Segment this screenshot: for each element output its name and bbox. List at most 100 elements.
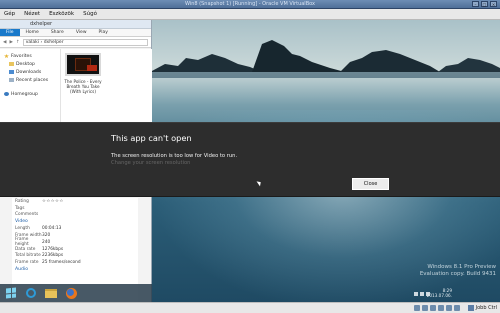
vbox-title-bar: Win8 (Snapshot 1) [Running] - Oracle VM … xyxy=(0,0,500,9)
shared-folder-icon[interactable] xyxy=(446,305,452,311)
usb-icon[interactable] xyxy=(430,305,436,311)
dialog-message: The screen resolution is too low for Vid… xyxy=(111,153,238,159)
detail-key: Length xyxy=(15,226,30,232)
taskbar-internet-explorer[interactable] xyxy=(24,286,38,300)
menu-machine[interactable]: Gép xyxy=(4,11,15,17)
nav-favorites[interactable]: Favorites xyxy=(0,52,60,60)
menu-devices[interactable]: Eszközök xyxy=(49,11,74,17)
firefox-icon xyxy=(65,287,77,299)
nav-favorites-label: Favorites xyxy=(11,53,32,59)
detail-value: 240 xyxy=(42,239,51,245)
guest-desktop: dxhelper File Home Share View Play ◀ ▶ ↑… xyxy=(0,20,500,302)
nav-recent-places-label: Recent places xyxy=(16,77,49,83)
tab-view[interactable]: View xyxy=(70,29,93,36)
nav-recent-places[interactable]: Recent places xyxy=(0,76,60,84)
star-icon xyxy=(4,54,9,58)
rating-stars[interactable]: ☆☆☆☆☆ xyxy=(42,199,64,204)
detail-row: Length 00:04:13 xyxy=(12,225,138,232)
detail-rating: Rating ☆☆☆☆☆ xyxy=(12,198,138,205)
nav-homegroup-label: Homegroup xyxy=(11,91,38,97)
vbox-window-title: Win8 (Snapshot 1) [Running] - Oracle VM … xyxy=(185,1,315,7)
host-key-label: Jobb Ctrl xyxy=(475,305,497,311)
network-icon[interactable] xyxy=(414,292,418,296)
tab-play[interactable]: Play xyxy=(93,29,114,36)
close-icon[interactable]: × xyxy=(490,1,497,7)
detail-key: Comments xyxy=(15,212,39,218)
detail-key: Rating xyxy=(15,198,29,204)
minimize-icon[interactable]: – xyxy=(472,1,479,7)
start-button[interactable] xyxy=(4,286,18,300)
detail-value: 1276kbps xyxy=(42,246,64,252)
detail-row: Frame height 240 xyxy=(12,237,138,247)
tab-home[interactable]: Home xyxy=(20,29,45,36)
vbox-device-icons xyxy=(414,305,460,311)
mouse-integration-icon[interactable] xyxy=(454,305,460,311)
menu-help[interactable]: Súgó xyxy=(83,11,97,17)
volume-icon[interactable] xyxy=(420,292,424,296)
evaluation-watermark: Windows 8.1 Pro Preview Evaluation copy.… xyxy=(420,264,496,278)
hdd-icon[interactable] xyxy=(414,305,420,311)
nav-desktop-label: Desktop xyxy=(16,61,35,67)
folder-icon xyxy=(45,288,57,298)
vbox-menu-bar: Gép Nézet Eszközök Súgó xyxy=(0,9,500,20)
maximize-icon[interactable]: □ xyxy=(481,1,488,7)
nav-downloads-label: Downloads xyxy=(16,69,42,75)
watermark-line1: Windows 8.1 Pro Preview xyxy=(427,264,496,270)
nav-homegroup[interactable]: Homegroup xyxy=(0,90,60,98)
detail-row: Total bitrate 2236kbps xyxy=(12,253,138,260)
optical-drive-icon[interactable] xyxy=(422,305,428,311)
windows-logo-icon xyxy=(6,287,16,299)
explorer-ribbon: File Home Share View Play xyxy=(0,29,151,37)
keyboard-icon xyxy=(467,305,474,311)
mouse-cursor-icon xyxy=(256,179,263,187)
breadcrumb-dxhelper[interactable]: dxhelper xyxy=(44,40,64,45)
explorer-address-row: ◀ ▶ ↑ valaki › dxhelper xyxy=(0,37,151,48)
forward-icon[interactable]: ▶ xyxy=(9,40,12,45)
nav-desktop[interactable]: Desktop xyxy=(0,60,60,68)
tab-file[interactable]: File xyxy=(0,29,20,36)
tab-share[interactable]: Share xyxy=(45,29,70,36)
detail-row: Data rate 1276kbps xyxy=(12,246,138,253)
detail-value: 25 frames/second xyxy=(42,260,81,266)
vbox-window-controls: – □ × xyxy=(472,1,497,7)
detail-row: Frame rate 25 frames/second xyxy=(12,259,138,266)
detail-key: Total bitrate xyxy=(15,253,41,259)
recent-places-icon xyxy=(9,78,14,82)
taskbar-file-explorer[interactable] xyxy=(44,286,58,300)
close-button[interactable]: Close xyxy=(352,178,389,190)
taskbar-firefox[interactable] xyxy=(64,286,78,300)
audio-section-header: Audio xyxy=(15,267,29,273)
breadcrumb-valaki[interactable]: valaki xyxy=(26,40,39,45)
detail-key: Data rate xyxy=(15,246,36,252)
vbox-status-bar: Jobb Ctrl xyxy=(0,302,500,313)
address-bar[interactable]: valaki › dxhelper xyxy=(22,38,148,46)
host-key-indicator: Jobb Ctrl xyxy=(467,305,497,311)
system-clock[interactable]: 8:29 2013.07.06. xyxy=(427,288,452,298)
explorer-title: dxhelper xyxy=(30,21,53,27)
internet-explorer-icon xyxy=(26,288,36,298)
homegroup-icon xyxy=(4,92,9,96)
watermark-line2: Evaluation copy. Build 9431 xyxy=(419,271,496,277)
up-icon[interactable]: ↑ xyxy=(16,40,20,45)
guest-taskbar xyxy=(0,284,152,302)
downloads-icon xyxy=(9,70,14,74)
clock-date: 2013.07.06. xyxy=(426,293,452,298)
back-icon[interactable]: ◀ xyxy=(3,40,6,45)
desktop-folder-icon xyxy=(9,62,14,66)
detail-comments: Comments xyxy=(12,212,138,219)
nav-downloads[interactable]: Downloads xyxy=(0,68,60,76)
app-cant-open-dialog: This app can't open The screen resolutio… xyxy=(0,122,500,197)
change-resolution-link[interactable]: Change your screen resolution xyxy=(111,160,190,166)
detail-value: 00:04:13 xyxy=(42,226,62,232)
video-thumbnail xyxy=(65,53,101,76)
network-adapter-icon[interactable] xyxy=(438,305,444,311)
detail-value: 320 xyxy=(42,233,51,239)
detail-key: Tags xyxy=(15,205,25,211)
detail-tags: Tags xyxy=(12,205,138,212)
explorer-title-bar: dxhelper xyxy=(0,20,151,29)
dialog-title: This app can't open xyxy=(111,133,192,143)
menu-view[interactable]: Nézet xyxy=(24,11,40,17)
detail-value: 2236kbps xyxy=(42,253,64,259)
video-section-header: Video xyxy=(15,219,28,225)
video-file-name: The Police - Every Breath You Take (With… xyxy=(64,79,102,95)
